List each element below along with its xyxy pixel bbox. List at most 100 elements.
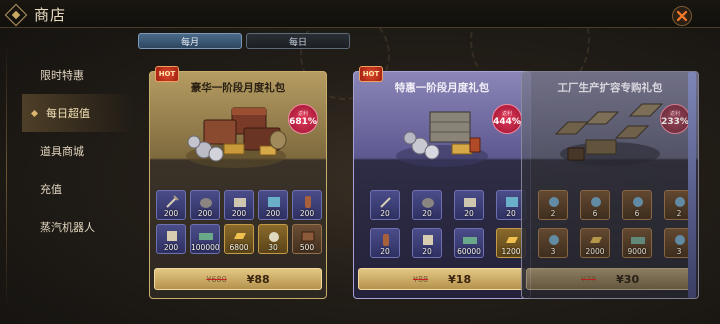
rebate-value: 233%	[661, 117, 689, 127]
shop-header: 商店	[4, 3, 67, 26]
sidebar-divider	[6, 40, 7, 310]
reward-slot[interactable]: 20	[370, 228, 400, 258]
pack-card-factory[interactable]: 工厂生产扩容专购礼包 返利 233% 2 6 6 2 3 2000 9000 3…	[521, 71, 699, 299]
reward-slot[interactable]: 200	[156, 190, 186, 220]
canister-icon	[383, 234, 389, 246]
scroll-icon	[464, 198, 476, 207]
reward-qty: 200	[163, 209, 179, 218]
blueprint-icon	[549, 235, 559, 245]
reward-slot[interactable]: 60000	[454, 228, 484, 258]
reward-qty: 20	[464, 209, 474, 218]
period-tabs: 每月 每日	[138, 33, 350, 49]
crate-icon	[301, 231, 315, 242]
reward-slot[interactable]: 100000	[190, 224, 220, 254]
sale-price: ¥30	[616, 272, 640, 286]
crystal-card-icon	[506, 197, 518, 207]
reward-qty: 200	[299, 209, 315, 218]
shop-emblem-icon	[4, 3, 28, 26]
treasure-chests-icon	[186, 107, 287, 168]
scroll-icon	[234, 198, 246, 207]
reward-grid: 20 20 20 20 20 20 60000 1200	[370, 190, 536, 258]
pack-title: 工厂生产扩容专购礼包	[557, 82, 663, 94]
sidebar: 限时特惠 每日超值 道具商城 充值 蒸汽机器人	[22, 56, 134, 246]
selected-marker-icon	[30, 109, 39, 118]
ingots-icon	[554, 103, 664, 166]
sidebar-item-steam-robot[interactable]: 蒸汽机器人	[22, 208, 134, 246]
reward-slot[interactable]: 9000	[622, 228, 652, 258]
reward-grid: 200 200 200 200 200 200 100000 6800 30 5…	[156, 190, 322, 254]
next-card-edge[interactable]	[688, 72, 696, 298]
reward-qty: 20	[380, 247, 390, 256]
pack-card-luxury[interactable]: HOT 豪华一阶段月度礼包 返利 681% 200 200 200 200 20…	[149, 66, 327, 299]
reward-qty: 6	[592, 209, 598, 218]
reward-qty: 2000	[585, 247, 605, 256]
reward-slot[interactable]: 200	[156, 224, 186, 254]
sidebar-item-limited-offer[interactable]: 限时特惠	[22, 56, 134, 94]
reward-slot[interactable]: 20	[412, 190, 442, 220]
sidebar-item-label: 蒸汽机器人	[40, 221, 95, 234]
sidebar-item-label: 限时特惠	[40, 69, 84, 82]
reward-qty: 6	[634, 209, 640, 218]
original-price: ¥78	[580, 274, 597, 284]
reward-slot[interactable]: 6800	[224, 224, 254, 254]
page-title: 商店	[34, 6, 67, 24]
gold-bar-icon	[506, 237, 518, 243]
reward-slot[interactable]: 20	[454, 190, 484, 220]
scroll-icon	[167, 231, 177, 241]
rebate-value: 681%	[289, 117, 317, 127]
reward-qty: 9000	[627, 247, 647, 256]
reward-slot[interactable]: 30	[258, 224, 288, 254]
ore-icon	[422, 198, 434, 208]
potion-icon	[269, 232, 279, 242]
reward-qty: 20	[422, 209, 432, 218]
reward-qty: 200	[197, 209, 213, 218]
buy-button[interactable]: ¥680 ¥88	[154, 268, 322, 290]
reward-slot[interactable]: 20	[412, 228, 442, 258]
reward-slot[interactable]: 20	[370, 190, 400, 220]
sidebar-item-recharge[interactable]: 充值	[22, 170, 134, 208]
sidebar-item-item-mall[interactable]: 道具商城	[22, 132, 134, 170]
reward-slot[interactable]: 2000	[580, 228, 610, 258]
reward-qty: 200	[265, 209, 281, 218]
blueprint-icon	[675, 197, 685, 207]
reward-qty: 3	[550, 247, 556, 256]
buy-button[interactable]: ¥88 ¥18	[358, 268, 526, 290]
blueprint-icon	[633, 197, 643, 207]
reward-slot[interactable]: 6	[622, 190, 652, 220]
close-button[interactable]	[672, 6, 692, 26]
buy-button[interactable]: ¥78 ¥30	[526, 268, 694, 290]
reward-qty: 6800	[229, 243, 249, 252]
reward-slot[interactable]: 2	[538, 190, 568, 220]
scroll-icon	[423, 235, 433, 245]
reward-qty: 30	[268, 243, 278, 252]
pack-title: 特惠一阶段月度礼包	[394, 82, 490, 94]
canister-icon	[305, 196, 311, 208]
reward-qty: 20	[380, 209, 390, 218]
reward-qty: 60000	[457, 247, 481, 256]
reward-qty: 20	[422, 247, 432, 256]
original-price: ¥88	[412, 274, 429, 284]
reward-slot[interactable]: 6	[580, 190, 610, 220]
reward-slot[interactable]: 200	[190, 190, 220, 220]
tab-daily[interactable]: 每日	[246, 33, 350, 49]
reward-slot[interactable]: 3	[538, 228, 568, 258]
reward-qty: 200	[163, 243, 179, 252]
reward-slot[interactable]: 200	[224, 190, 254, 220]
rebate-badge: 返利 681%	[288, 104, 318, 134]
banknote-icon	[631, 237, 645, 244]
reward-slot[interactable]: 500	[292, 224, 322, 254]
rebate-badge: 返利 444%	[492, 104, 522, 134]
close-icon	[676, 10, 688, 22]
sidebar-item-daily-value[interactable]: 每日超值	[22, 94, 134, 132]
tool-icon	[380, 197, 391, 208]
tool-icon	[166, 195, 179, 208]
sale-price: ¥18	[448, 272, 472, 286]
blueprint-icon	[675, 235, 685, 245]
top-bar: 商店	[0, 0, 720, 28]
crate-coins-icon	[396, 111, 488, 167]
reward-slot[interactable]: 200	[258, 190, 288, 220]
pack-card-special[interactable]: HOT 特惠一阶段月度礼包 返利 444% 20 20 20 20 20 20 …	[353, 66, 531, 299]
tab-monthly[interactable]: 每月	[138, 33, 242, 49]
reward-qty: 2	[550, 209, 556, 218]
reward-slot[interactable]: 200	[292, 190, 322, 220]
